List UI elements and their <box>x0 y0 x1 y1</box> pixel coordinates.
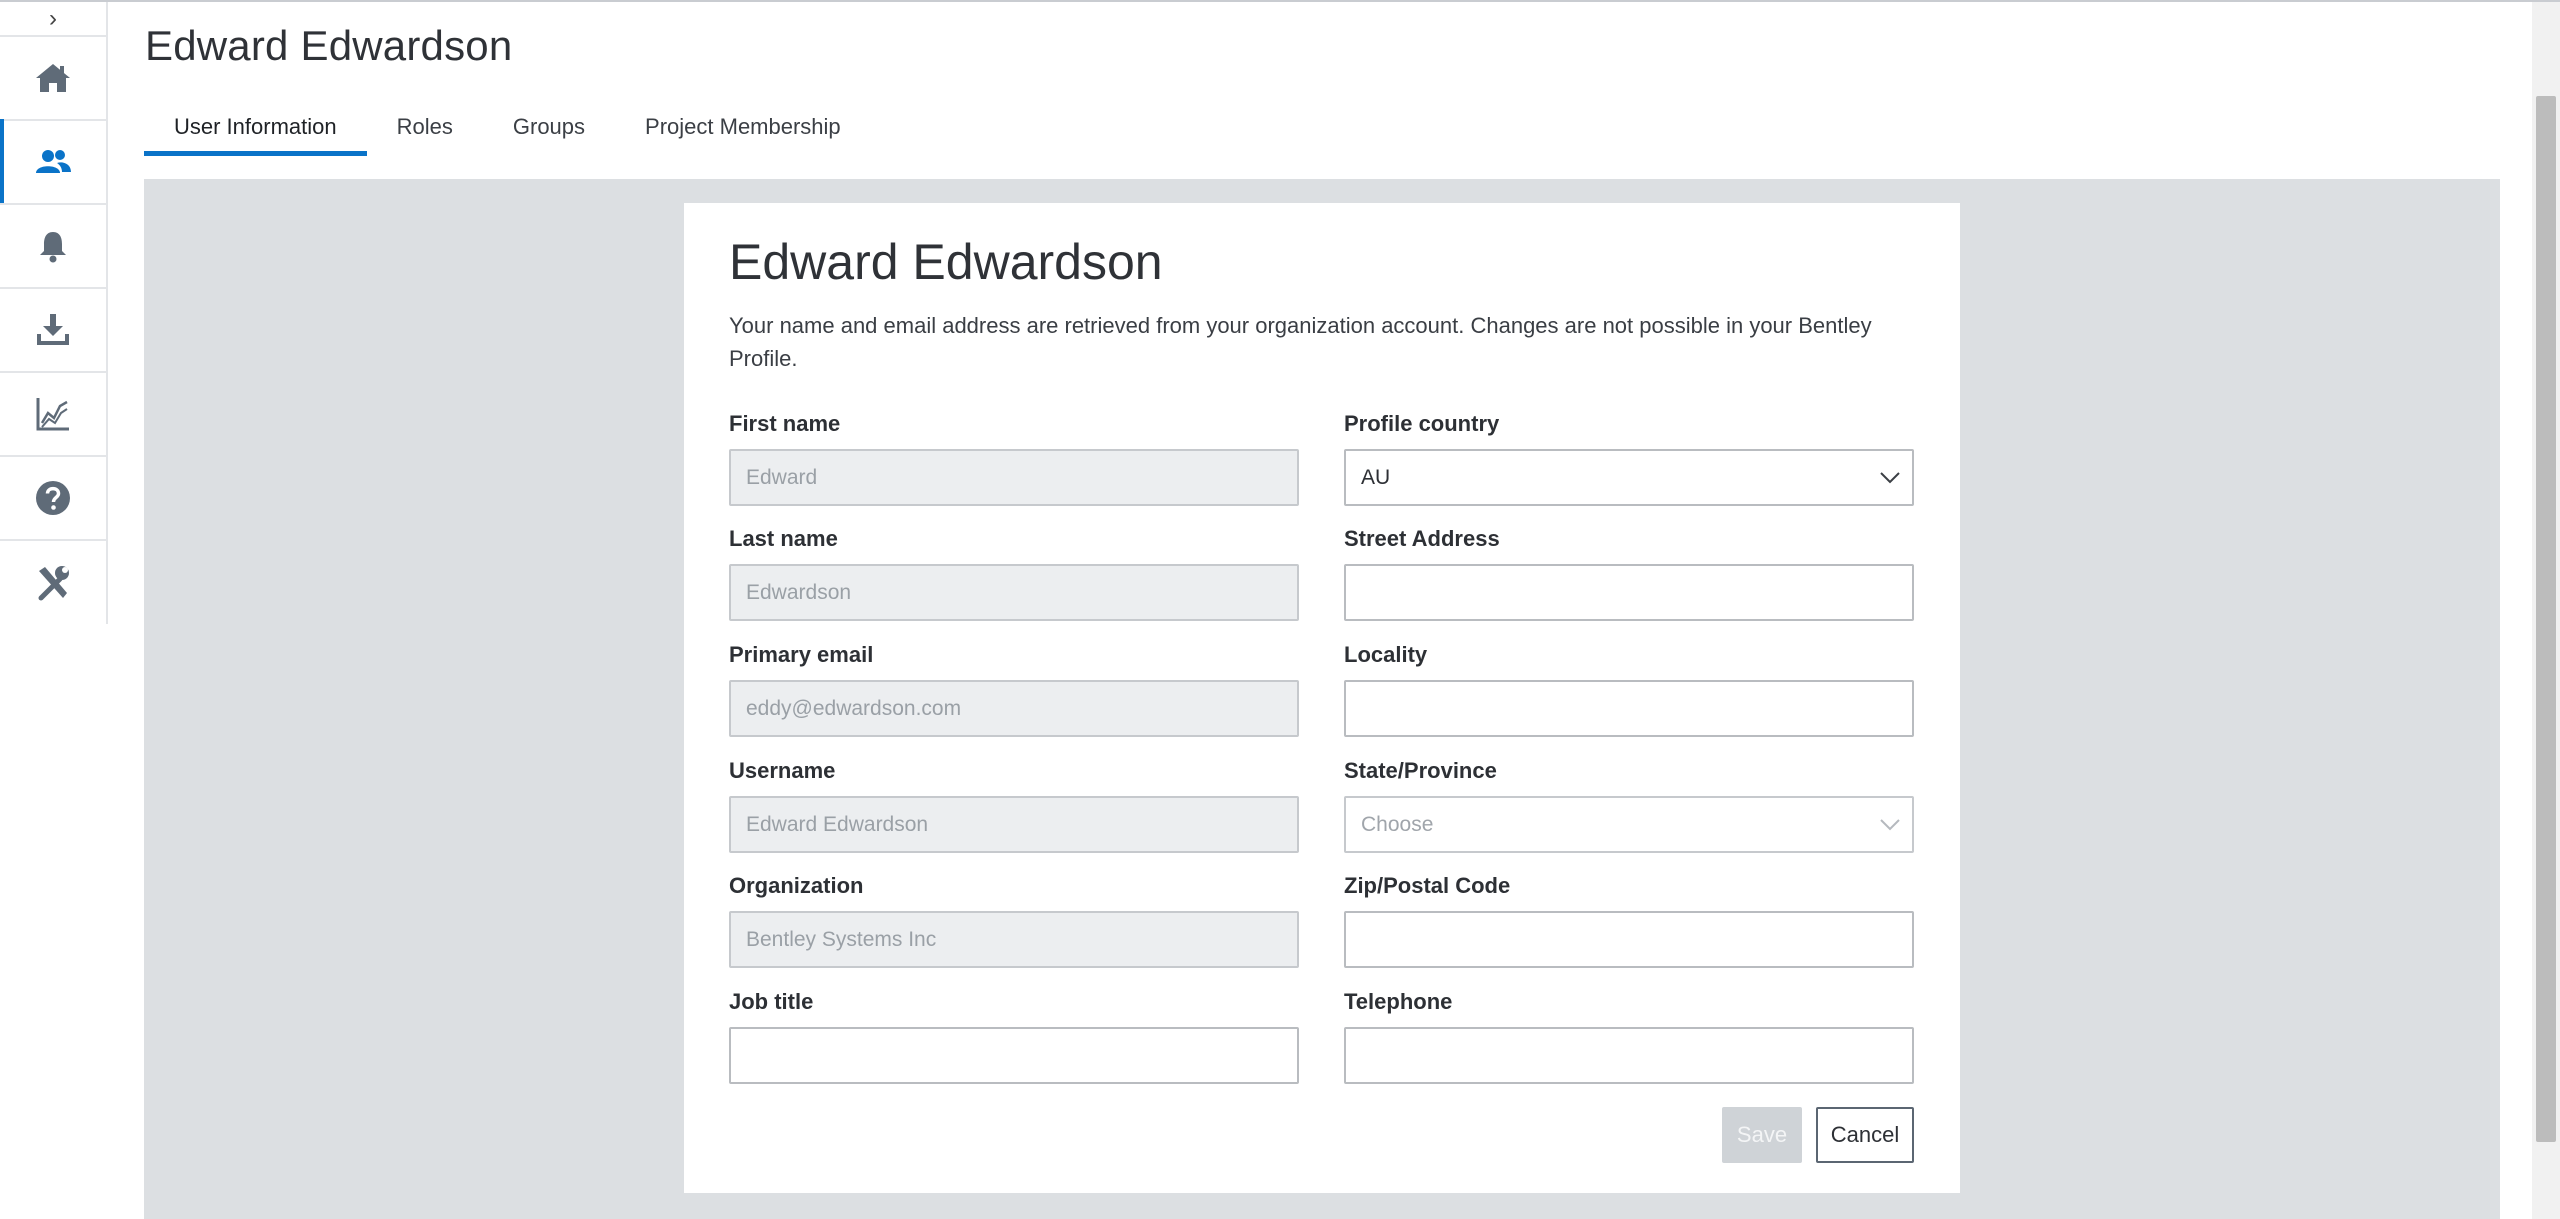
profile-country-select[interactable]: AU <box>1344 449 1914 506</box>
cancel-button[interactable]: Cancel <box>1816 1107 1914 1163</box>
first-name-field[interactable] <box>729 449 1299 506</box>
page-title: Edward Edwardson <box>145 22 513 69</box>
tab-project-membership[interactable]: Project Membership <box>615 108 871 156</box>
card-description: Your name and email address are retrieve… <box>729 313 1872 371</box>
sidebar-item-notifications[interactable] <box>0 203 106 287</box>
home-icon <box>36 64 70 92</box>
chevron-down-icon <box>1880 819 1900 831</box>
primary-email-label: Primary email <box>729 642 874 667</box>
username-label: Username <box>729 758 836 783</box>
sidebar-item-users[interactable] <box>0 119 106 203</box>
page-scrollbar[interactable] <box>2532 2 2560 1219</box>
save-button[interactable]: Save <box>1722 1107 1802 1163</box>
help-icon <box>36 481 70 515</box>
job-title-field[interactable] <box>729 1027 1299 1084</box>
sidebar-item-admin-tools[interactable] <box>0 539 106 623</box>
scrollbar-thumb[interactable] <box>2536 96 2556 1142</box>
chevron-right-icon: › <box>49 4 57 32</box>
tab-user-information[interactable]: User Information <box>144 108 367 156</box>
street-address-field[interactable] <box>1344 564 1914 621</box>
users-icon <box>36 150 71 173</box>
primary-email-field[interactable] <box>729 680 1299 737</box>
username-field[interactable] <box>729 796 1299 853</box>
telephone-label: Telephone <box>1344 989 1453 1014</box>
sidebar-item-home[interactable] <box>0 35 106 119</box>
top-border <box>0 0 2560 2</box>
last-name-label: Last name <box>729 526 838 551</box>
locality-field[interactable] <box>1344 680 1914 737</box>
organization-field[interactable] <box>729 911 1299 968</box>
card-title: Edward Edwardson <box>729 234 1163 290</box>
last-name-field[interactable] <box>729 564 1299 621</box>
tab-roles[interactable]: Roles <box>367 108 483 156</box>
state-province-placeholder: Choose <box>1361 812 1434 836</box>
state-province-select[interactable]: Choose <box>1344 796 1914 853</box>
bell-icon <box>40 232 66 263</box>
profile-country-value: AU <box>1361 465 1391 489</box>
sidebar: › <box>0 2 108 624</box>
user-info-card: Edward Edwardson Your name and email add… <box>684 203 1960 1193</box>
tab-groups[interactable]: Groups <box>483 108 615 156</box>
job-title-label: Job title <box>729 989 814 1014</box>
street-address-label: Street Address <box>1344 526 1500 551</box>
tools-icon <box>38 566 69 601</box>
telephone-field[interactable] <box>1344 1027 1914 1084</box>
locality-label: Locality <box>1344 642 1428 667</box>
sidebar-item-analytics[interactable] <box>0 371 106 455</box>
sidebar-item-downloads[interactable] <box>0 287 106 371</box>
organization-label: Organization <box>729 873 864 898</box>
zip-postal-code-label: Zip/Postal Code <box>1344 873 1511 898</box>
sidebar-item-help[interactable] <box>0 455 106 539</box>
state-province-label: State/Province <box>1344 758 1497 783</box>
first-name-label: First name <box>729 411 841 436</box>
download-icon <box>37 314 69 345</box>
zip-postal-code-field[interactable] <box>1344 911 1914 968</box>
chart-line-icon <box>36 398 69 431</box>
sidebar-expand-button[interactable]: › <box>0 2 106 35</box>
profile-country-label: Profile country <box>1344 411 1500 436</box>
tab-bar: User Information Roles Groups Project Me… <box>144 108 871 156</box>
chevron-down-icon <box>1880 472 1900 484</box>
